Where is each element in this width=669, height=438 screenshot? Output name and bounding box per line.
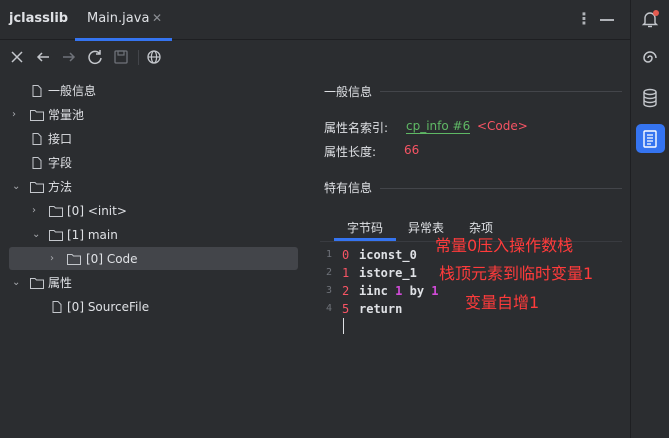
annotation-text: 栈顶元素到临时变量1	[439, 264, 594, 283]
save-icon[interactable]	[112, 48, 130, 66]
folder-icon	[49, 205, 63, 217]
bytecode-instruction: iconst_0	[359, 248, 417, 262]
file-icon	[30, 157, 44, 169]
section-title-specific: 特有信息	[324, 181, 373, 195]
annotation-text: 变量自增1	[465, 293, 540, 312]
bytecode-offset: 1	[342, 266, 350, 280]
minimize-icon[interactable]	[600, 19, 614, 21]
tree-node-label: 常量池	[48, 108, 85, 122]
instruction-arg: 1	[431, 284, 439, 298]
line-number: 1	[326, 249, 333, 260]
bytecode-offset: 2	[342, 284, 350, 298]
close-icon[interactable]	[8, 48, 26, 66]
tree-node-label: 方法	[48, 180, 73, 194]
tree-node-label: 字段	[48, 156, 73, 170]
chevron-down-icon[interactable]: ⌄	[32, 224, 44, 246]
bytecode-viewer-icon[interactable]	[639, 128, 661, 150]
instruction-keyword: by	[409, 284, 425, 298]
chevron-right-icon[interactable]: ›	[32, 200, 44, 222]
annotation-text: 常量0压入操作数栈	[435, 236, 574, 255]
ai-assistant-spiral-icon[interactable]	[639, 47, 661, 69]
tree-node-label: 属性	[48, 276, 73, 290]
tree-node-label: [1] main	[67, 228, 118, 242]
app-title: jclasslib	[9, 11, 69, 26]
more-options-icon[interactable]: ⋮	[576, 9, 592, 28]
tree-node-label: [0] Code	[86, 252, 138, 266]
attr-name-index-label: 属性名索引:	[324, 121, 389, 135]
tab-label: Main.java	[87, 11, 150, 26]
file-icon	[30, 85, 44, 97]
tree-node-label: 接口	[48, 132, 73, 146]
instruction-name: iinc	[359, 284, 388, 298]
back-arrow-icon[interactable]	[34, 48, 52, 66]
section-divider	[380, 188, 622, 189]
chevron-down-icon[interactable]: ⌄	[12, 176, 24, 198]
bytecode-offset: 5	[342, 302, 350, 316]
line-number: 2	[326, 267, 333, 278]
folder-icon	[67, 253, 81, 265]
bytecode-instruction: istore_1	[359, 266, 417, 280]
subtab-bytecode[interactable]: 字节码	[347, 219, 383, 236]
close-icon[interactable]: ✕	[152, 11, 162, 25]
line-number: 3	[326, 285, 333, 296]
chevron-right-icon[interactable]: ›	[50, 248, 62, 270]
bytecode-instruction: iinc 1 by 1	[359, 282, 439, 300]
tree-node-label: [0] SourceFile	[67, 300, 150, 314]
chevron-right-icon[interactable]: ›	[12, 104, 24, 126]
section-divider	[380, 91, 622, 92]
bytecode-offset: 0	[342, 248, 350, 262]
tree-node-label: 一般信息	[48, 84, 97, 98]
instruction-arg: 1	[395, 284, 403, 298]
toolbar	[0, 40, 630, 74]
toolbar-separator	[138, 50, 139, 65]
attr-length-label: 属性长度:	[324, 145, 377, 159]
refresh-icon[interactable]	[86, 48, 104, 66]
attr-length-value: 66	[404, 143, 420, 157]
text-caret	[343, 318, 344, 334]
bytecode-instruction: return	[359, 302, 403, 316]
folder-icon	[30, 109, 44, 121]
cp-info-link[interactable]: cp_info #6	[406, 119, 471, 134]
globe-icon[interactable]	[145, 48, 163, 66]
database-icon[interactable]	[639, 87, 661, 109]
tree-node-label: [0] <init>	[67, 204, 127, 218]
section-title-general: 一般信息	[324, 85, 373, 99]
file-icon	[50, 301, 64, 313]
chevron-down-icon[interactable]: ⌄	[12, 272, 24, 294]
file-icon	[30, 133, 44, 145]
folder-icon	[49, 229, 63, 241]
tab-main-java[interactable]: Main.java ✕	[75, 0, 172, 41]
notifications-bell-icon[interactable]	[639, 8, 661, 30]
right-tool-bar	[630, 0, 669, 438]
folder-icon	[30, 277, 44, 289]
forward-arrow-icon[interactable]	[60, 48, 78, 66]
attr-name-value: <Code>	[477, 119, 528, 133]
title-bar: jclasslib Main.java ✕ ⋮	[0, 0, 630, 41]
folder-icon	[30, 181, 44, 193]
line-number: 4	[326, 303, 333, 314]
